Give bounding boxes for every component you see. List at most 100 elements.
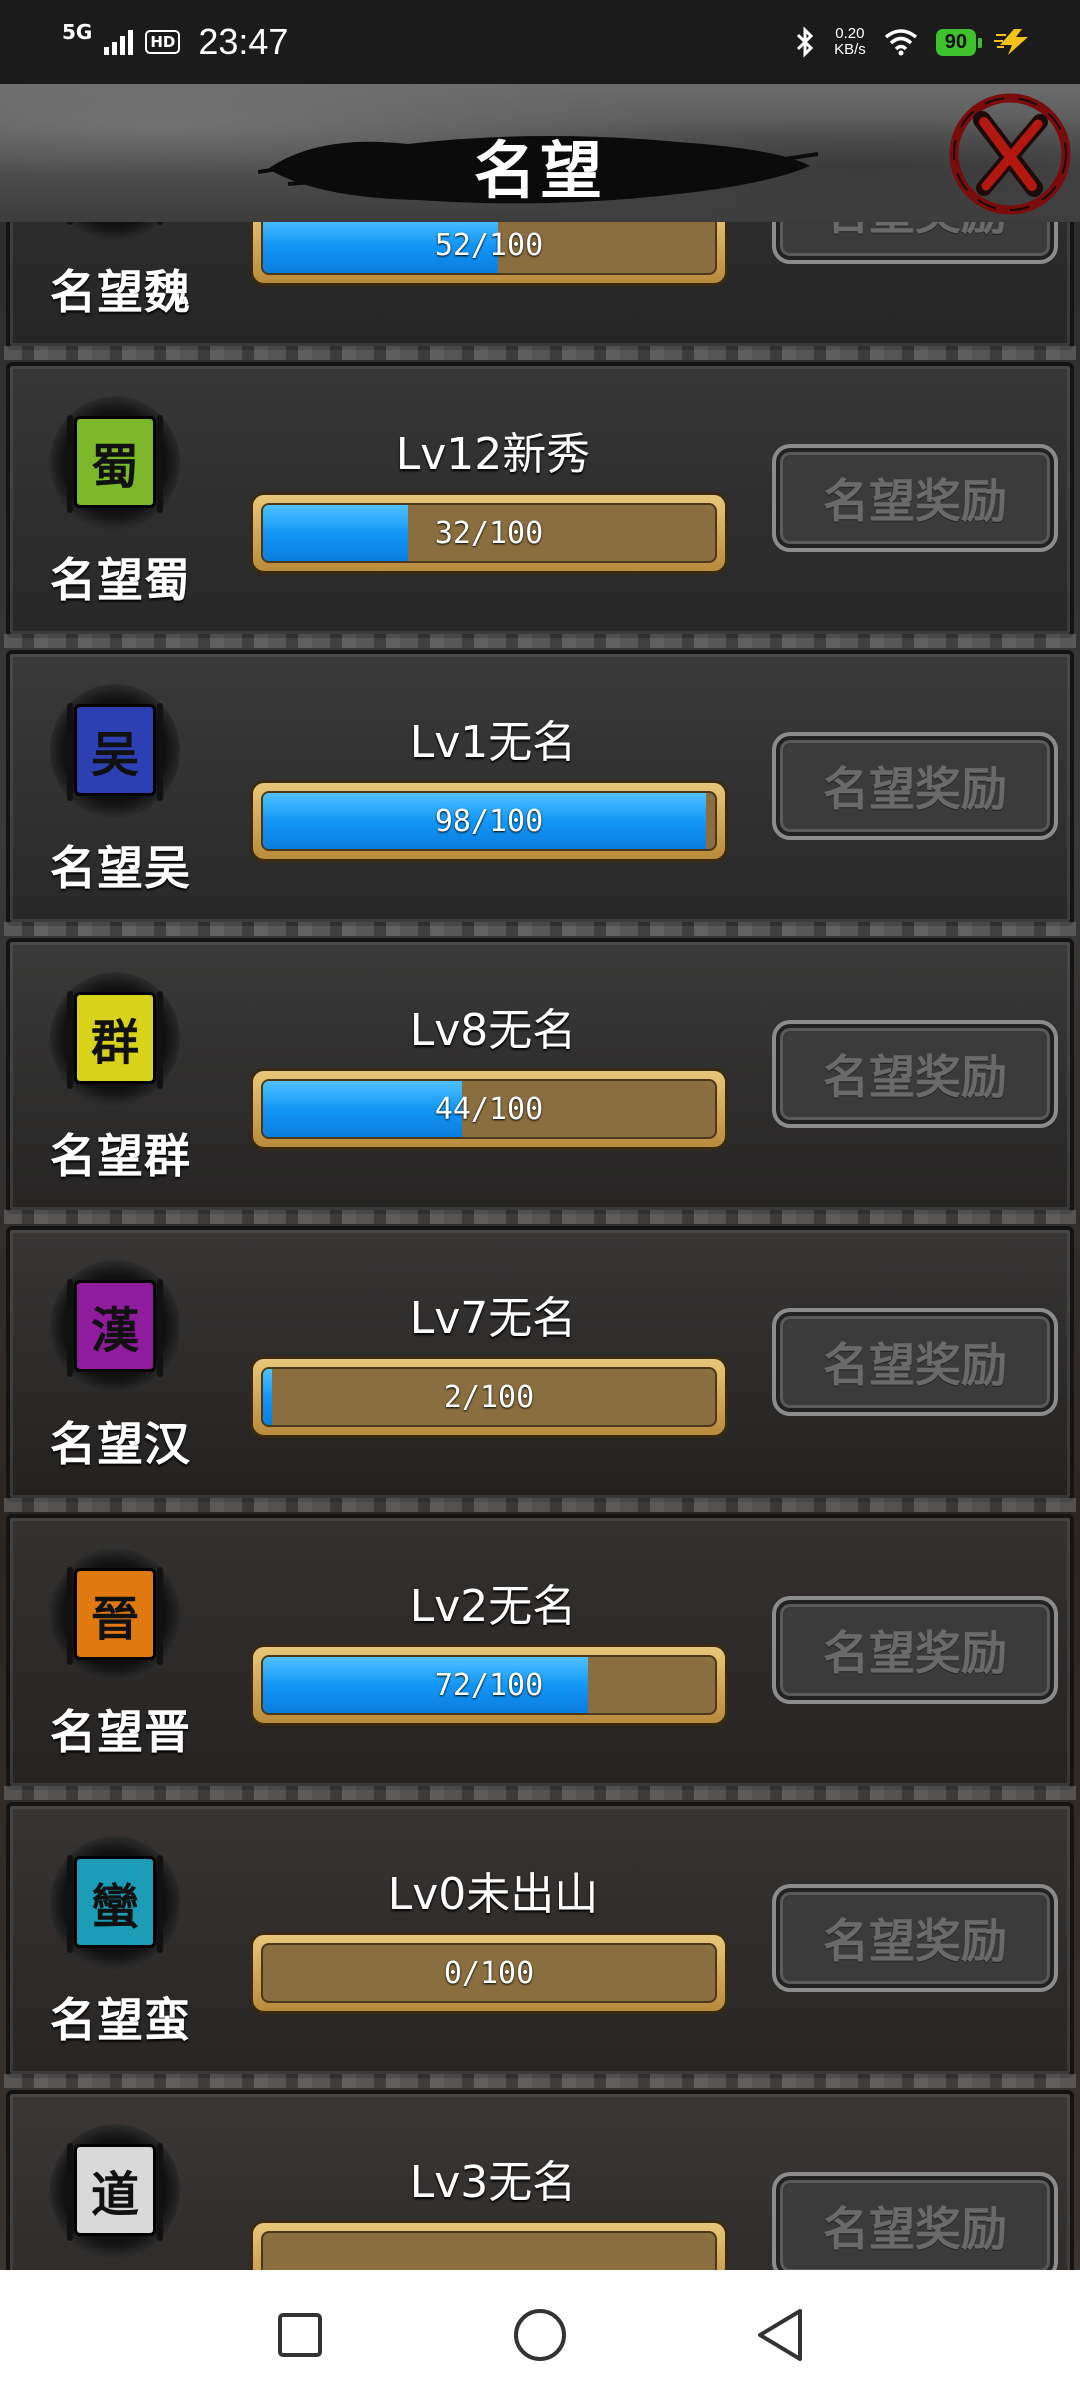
bluetooth-icon [797, 26, 814, 58]
faction-flag-icon: 蜀 [67, 415, 163, 513]
faction-row: 魏名望魏Lv?无名52/100名望奖励 [4, 222, 1076, 360]
faction-row: 晉名望晋 Lv2无名 72/100 名望奖励 [4, 1514, 1076, 1800]
progress-track: 98/100 [261, 791, 717, 851]
reputation-reward-button[interactable]: 名望奖励 [772, 1020, 1058, 1128]
triangle-back-icon [758, 2309, 802, 2361]
close-icon [949, 93, 1071, 215]
progress-text: 2/100 [443, 1379, 535, 1415]
faction-row: 蠻名望蛮 Lv0未出山 0/100 名望奖励 [4, 1802, 1076, 2088]
signal-icon [104, 29, 134, 55]
faction-row: 道 Lv3无名 名望奖励 [6, 2090, 1074, 2270]
status-right: 0.20 KB/s 90 [794, 26, 1034, 58]
recents-button[interactable] [265, 2300, 335, 2370]
faction-flag-icon: 吴 [67, 703, 163, 801]
battery-level: 90 [935, 28, 983, 56]
clock: 23:47 [198, 21, 289, 62]
faction-emblem-char: 晉 [90, 1591, 139, 1647]
faction-emblem: 群 [50, 972, 180, 1106]
progress-track [261, 2231, 717, 2270]
charging-icon [994, 29, 1028, 55]
faction-flag-icon: 漢 [67, 1279, 163, 1377]
progress-track: 32/100 [261, 503, 717, 563]
circle-icon [514, 2309, 566, 2361]
faction-name: 名望蜀 [50, 553, 191, 607]
reputation-progress-bar: 98/100 [250, 780, 728, 862]
faction-row: 漢名望汉 Lv7无名 2/100 名望奖励 [4, 1226, 1076, 1512]
faction-emblem-char: 吴 [90, 727, 139, 783]
faction-flag-icon: 群 [67, 991, 163, 1089]
faction-row: 吴名望吴 Lv1无名 98/100 名望奖励 [4, 650, 1076, 936]
faction-emblem: 晉 [50, 1548, 180, 1682]
faction-flag-icon: 晉 [67, 1567, 163, 1665]
progress-text: 52/100 [434, 227, 544, 263]
wifi-icon [884, 29, 917, 56]
faction-level: Lv1无名 [409, 717, 577, 768]
network-speed: 0.20 KB/s [834, 26, 866, 58]
faction-emblem-char: 蠻 [90, 1879, 139, 1935]
hd-badge: HD [145, 30, 181, 54]
progress-text [263, 2233, 715, 2270]
close-button[interactable] [942, 90, 1074, 218]
faction-emblem: 漢 [50, 1260, 180, 1394]
progress-track: 52/100 [261, 222, 717, 275]
square-icon [278, 2313, 322, 2357]
status-bar: 5G HD 23:47 0.20 KB/s 90 [0, 0, 1080, 84]
faction-emblem: 魏 [50, 222, 180, 242]
reputation-reward-button[interactable]: 名望奖励 [772, 2172, 1058, 2270]
faction-name: 名望晋 [50, 1705, 191, 1759]
progress-track: 44/100 [261, 1079, 717, 1139]
reputation-reward-button[interactable]: 名望奖励 [772, 1884, 1058, 1992]
speed-unit: KB/s [834, 41, 866, 58]
reputation-reward-button[interactable]: 名望奖励 [772, 732, 1058, 840]
faction-name: 名望蛮 [50, 1993, 191, 2047]
reputation-reward-button[interactable]: 名望奖励 [772, 1308, 1058, 1416]
speed-value: 0.20 [835, 25, 865, 42]
reputation-progress-bar: 72/100 [250, 1644, 728, 1726]
faction-emblem: 蠻 [50, 1836, 180, 1970]
reputation-reward-button[interactable]: 名望奖励 [772, 222, 1058, 264]
progress-text: 32/100 [434, 515, 544, 551]
faction-flag-icon: 蠻 [67, 1855, 163, 1953]
progress-text: 72/100 [434, 1667, 544, 1703]
faction-name: 名望魏 [50, 265, 191, 319]
faction-level: Lv8无名 [409, 1005, 577, 1056]
faction-list[interactable]: 魏名望魏Lv?无名52/100名望奖励蜀名望蜀Lv12新秀32/100名望奖励吴… [0, 222, 1080, 2270]
progress-track: 72/100 [261, 1655, 717, 1715]
reputation-reward-button[interactable]: 名望奖励 [772, 444, 1058, 552]
progress-text: 44/100 [434, 1091, 544, 1127]
faction-emblem: 吴 [50, 684, 180, 818]
page-header: 名望 [0, 84, 1080, 222]
reputation-progress-bar: 32/100 [250, 492, 728, 574]
progress-track: 0/100 [261, 1943, 717, 2003]
reputation-progress-bar: 0/100 [250, 1932, 728, 2014]
reputation-progress-bar: 2/100 [250, 1356, 728, 1438]
status-left: 5G HD 23:47 [62, 20, 289, 63]
faction-emblem-char: 群 [90, 1015, 139, 1071]
faction-level: Lv3无名 [409, 2157, 577, 2208]
reputation-progress-bar: 52/100 [250, 222, 728, 286]
faction-emblem-char: 蜀 [90, 439, 139, 495]
network-type: 5G [62, 20, 93, 44]
faction-emblem-char: 道 [90, 2167, 139, 2223]
reputation-progress-bar: 44/100 [250, 1068, 728, 1150]
faction-flag-icon: 道 [67, 2143, 163, 2241]
faction-name: 名望群 [50, 1129, 191, 1183]
faction-row: 蜀名望蜀 Lv12新秀 32/100 名望奖励 [4, 362, 1076, 648]
faction-level: Lv12新秀 [395, 429, 591, 480]
faction-name: 名望吴 [50, 841, 191, 895]
faction-name: 名望汉 [50, 1417, 191, 1471]
progress-text: 98/100 [434, 803, 544, 839]
navigation-bar [0, 2270, 1080, 2400]
faction-row: 群名望群 Lv8无名 44/100 名望奖励 [4, 938, 1076, 1224]
home-button[interactable] [505, 2300, 575, 2370]
progress-text: 0/100 [443, 1955, 535, 1991]
faction-emblem: 蜀 [50, 396, 180, 530]
back-button[interactable] [745, 2300, 815, 2370]
reputation-reward-button[interactable]: 名望奖励 [772, 1596, 1058, 1704]
faction-emblem: 道 [50, 2124, 180, 2258]
faction-level: Lv2无名 [409, 1581, 577, 1632]
page-title: 名望 [473, 134, 606, 207]
faction-level: Lv0未出山 [387, 1869, 599, 1920]
faction-emblem-char: 漢 [90, 1303, 139, 1359]
faction-level: Lv7无名 [409, 1293, 577, 1344]
